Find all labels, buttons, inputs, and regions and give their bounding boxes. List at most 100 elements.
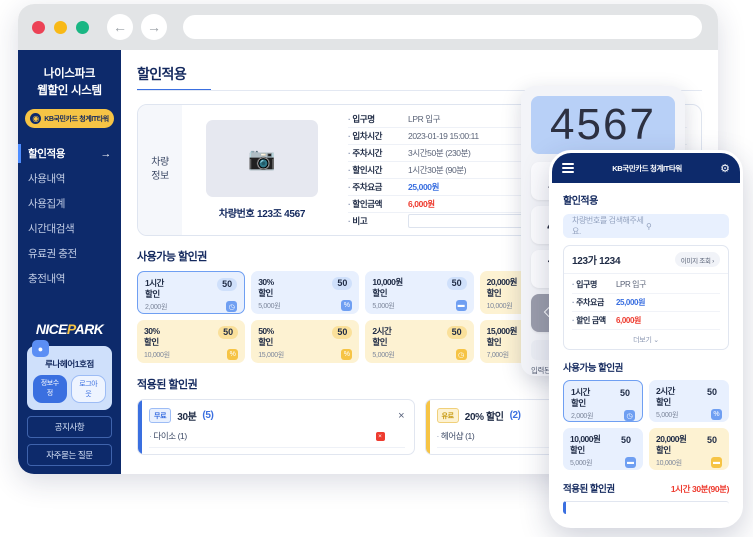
coupon-quantity: 50 xyxy=(620,435,631,445)
sidebar-item-time-search[interactable]: 시간대검색 xyxy=(18,216,121,241)
expand-more-button[interactable]: 더보기 ⌄ xyxy=(564,330,728,349)
brand-line-1: 나이스파크 xyxy=(43,68,96,80)
coupon-card[interactable]: 1시간 할인 50 2,000원 ◷ xyxy=(563,380,643,422)
hamburger-icon[interactable] xyxy=(562,163,574,173)
coupon-card[interactable]: 1시간 할인 50 2,000원 ◷ xyxy=(137,271,246,314)
maximize-window-dot[interactable] xyxy=(76,20,89,34)
back-arrow-icon: ← xyxy=(113,19,127,35)
status-badge: 유료 xyxy=(436,408,459,423)
delete-icon[interactable]: × xyxy=(375,431,385,441)
row-key: 주차요금 xyxy=(572,297,616,308)
row-key: 주차시간 xyxy=(348,147,408,159)
coupon-card[interactable]: 50% 할인 50 15,000원% xyxy=(251,320,360,363)
search-placeholder: 차량번호를 검색해주세요. xyxy=(572,216,644,236)
coupon-card[interactable]: 2시간 할인 50 5,000원 ◷ xyxy=(365,320,474,363)
sidebar-item-discount-apply[interactable]: 할인적용 → xyxy=(18,141,121,166)
coupon-quantity: 50 xyxy=(217,278,238,291)
row-key: 할인금액 xyxy=(348,198,408,210)
coupon-quantity: 50 xyxy=(218,326,239,339)
screenshot-stage: ← → 나이스파크 웹할인 시스템 ◉ KB국민카드 청계IT타워 할인적용 →… xyxy=(0,0,753,537)
row-value: 3시간50분 (230분) xyxy=(408,148,471,158)
gear-icon[interactable]: ⚙ xyxy=(720,162,730,175)
sidebar-item-ticket-charge[interactable]: 유료권 충전 xyxy=(18,241,121,266)
phone-appbar: KB국민카드 청계IT타워 ⚙ xyxy=(552,153,740,183)
coupon-name: 50% 할인 xyxy=(258,326,274,347)
logo-part-3: ARK xyxy=(74,321,104,337)
row-value: 25,000원 xyxy=(408,182,440,192)
address-bar[interactable] xyxy=(183,15,702,39)
row-key: 입차시간 xyxy=(348,130,408,142)
coupon-price: 2,000원 xyxy=(571,412,594,420)
phone-applied-title: 적용된 할인권 xyxy=(563,484,615,495)
sidebar-nav: 할인적용 → 사용내역 사용집계 시간대검색 유료권 충전 충전내역 xyxy=(18,141,121,291)
row-key: 입구명 xyxy=(572,279,616,290)
applied-coupon-name: 20% 할인 xyxy=(464,412,504,423)
phone-vehicle-card-header: 123가 1234 이미지 조회 › xyxy=(564,246,728,274)
store-chip-label: KB국민카드 청계IT타워 xyxy=(44,115,109,123)
table-row: 할인 금액 6,000원 xyxy=(572,312,720,330)
vehicle-label-line-2: 정보 xyxy=(151,171,169,182)
coupon-name: 2시간 할인 xyxy=(656,386,675,407)
sidebar-item-usage-history[interactable]: 사용내역 xyxy=(18,166,121,191)
kb-logo-icon: ◉ xyxy=(30,113,42,125)
minimize-window-dot[interactable] xyxy=(54,20,67,34)
logout-button[interactable]: 로그아웃 xyxy=(70,375,106,403)
coupon-card[interactable]: 10,000원 할인 50 5,000원 ▬ xyxy=(563,428,643,470)
coupon-card[interactable]: 30% 할인 50 5,000원% xyxy=(251,271,360,314)
sidebar-item-label: 할인적용 xyxy=(28,148,66,161)
forward-arrow-icon: → xyxy=(147,19,161,35)
coupon-quantity: 50 xyxy=(706,387,717,397)
search-input[interactable]: 차량번호를 검색해주세요. ⚲ xyxy=(563,214,729,238)
ticket-icon: ▬ xyxy=(711,457,722,469)
phone-title: KB국민카드 청계IT타워 xyxy=(612,163,682,173)
coupon-price: 15,000원 xyxy=(258,351,284,359)
list-item: 다이소 (1) × xyxy=(149,430,405,448)
coupon-card[interactable]: 30% 할인 50 10,000원% xyxy=(137,320,246,363)
back-button[interactable]: ← xyxy=(107,14,133,40)
browser-toolbar: ← → xyxy=(18,4,718,50)
coupon-card[interactable]: 10,000원 할인 50 5,000원 ▬ xyxy=(365,271,474,314)
clock-icon: ◷ xyxy=(624,410,635,422)
sidebar-footer: NICEPARK ● 루나헤어1호점 정보수정 로그아웃 공지사항 자주묻는 질… xyxy=(18,321,121,466)
coupon-price: 10,000원 xyxy=(144,351,170,359)
applied-coupon-store: 다이소 (1) xyxy=(149,430,187,442)
row-value: 25,000원 xyxy=(616,298,646,307)
vehicle-image-placeholder[interactable]: 📷 xyxy=(206,120,318,197)
coupon-price: 5,000원 xyxy=(258,302,281,310)
kiosk-display: 4567 xyxy=(531,96,675,154)
sidebar-item-charge-history[interactable]: 충전내역 xyxy=(18,266,121,291)
row-value: 6,000원 xyxy=(408,199,435,209)
sidebar-item-label: 충전내역 xyxy=(28,273,66,286)
user-name: 루나헤어1호점 xyxy=(45,359,94,369)
sidebar-item-usage-summary[interactable]: 사용집계 xyxy=(18,191,121,216)
phone-applied-coupon-stub xyxy=(563,501,729,514)
coupon-price: 10,000원 xyxy=(656,459,682,467)
table-row: 주차요금 25,000원 xyxy=(572,294,720,312)
arrow-right-icon: → xyxy=(100,147,111,160)
forward-button[interactable]: → xyxy=(141,14,167,40)
percent-icon: % xyxy=(341,349,353,361)
coupon-price: 2,000원 xyxy=(145,303,168,311)
coupon-card[interactable]: 20,000원할인 50 10,000원 ▬ xyxy=(649,428,729,470)
faq-button[interactable]: 자주묻는 질문 xyxy=(27,444,112,466)
notice-button[interactable]: 공지사항 xyxy=(27,416,112,438)
user-actions: 정보수정 로그아웃 xyxy=(33,375,106,403)
search-icon[interactable]: ⚲ xyxy=(646,222,720,231)
coupon-card[interactable]: 2시간 할인 50 5,000원% xyxy=(649,380,729,422)
close-icon[interactable]: × xyxy=(398,410,404,422)
sidebar-item-label: 시간대검색 xyxy=(28,223,75,236)
store-chip[interactable]: ◉ KB국민카드 청계IT타워 xyxy=(25,109,114,129)
view-image-button[interactable]: 이미지 조회 › xyxy=(674,252,720,267)
coupon-quantity: 50 xyxy=(619,388,630,398)
coupon-quantity: 50 xyxy=(446,277,467,290)
phone-applied-total: 1시간 30분(90분) xyxy=(670,484,730,494)
applied-coupon-count: (5) xyxy=(202,410,214,421)
close-window-dot[interactable] xyxy=(32,20,45,34)
applied-coupon-name: 30분 xyxy=(177,412,197,423)
vehicle-label-line-1: 차량 xyxy=(151,157,169,168)
coupon-name: 1시간할인 xyxy=(145,278,164,299)
plate-number: 123조 4567 xyxy=(256,209,306,220)
edit-profile-button[interactable]: 정보수정 xyxy=(33,375,67,403)
phone-applied-header: 적용된 할인권 1시간 30분(90분) xyxy=(563,481,729,495)
nicepark-logo: NICEPARK xyxy=(27,321,112,337)
